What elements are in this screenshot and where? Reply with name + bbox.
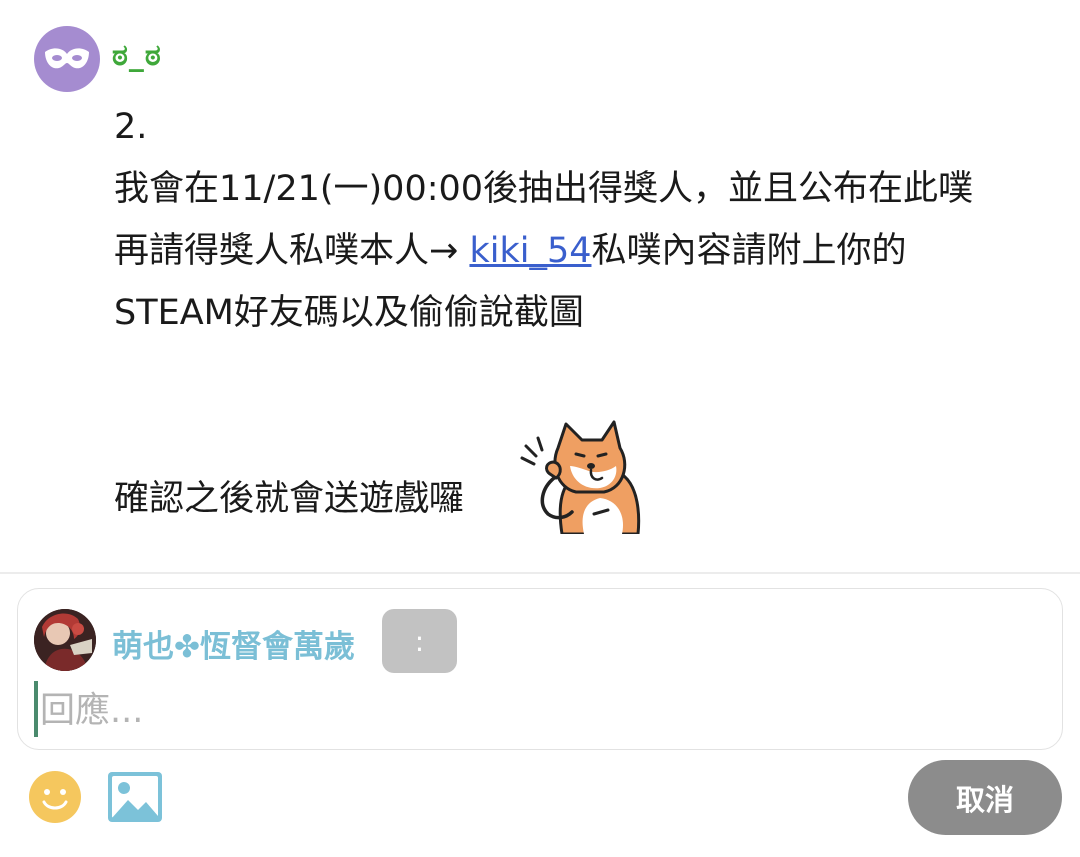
content-line: 再請得獎人私噗本人→ kiki_54私噗內容請附上你的 bbox=[114, 220, 1064, 282]
reply-input[interactable] bbox=[40, 685, 1040, 737]
content-line: 2. bbox=[114, 107, 148, 147]
user-link-kiki[interactable]: kiki_54 bbox=[469, 231, 591, 271]
content-text: 再請得獎人私噗本人→ bbox=[114, 231, 470, 271]
content-text: 私噗內容請附上你的 bbox=[591, 231, 907, 271]
avatar-image-icon bbox=[34, 609, 96, 671]
divider bbox=[0, 572, 1080, 574]
author-username[interactable]: ಠ_ಠ bbox=[112, 38, 162, 73]
content-line: 我會在11/21(一)00:00後抽出得獎人，並且公布在此噗 bbox=[114, 169, 974, 209]
reply-author-avatar[interactable] bbox=[34, 609, 96, 671]
plurk-post: ಠ_ಠ 2. 我會在11/21(一)00:00後抽出得獎人，並且公布在此噗 再請… bbox=[0, 0, 1080, 572]
reply-composer: 萌也✤恆督會萬歲 : bbox=[17, 588, 1063, 750]
content-line: STEAM好友碼以及偷偷說截圖 bbox=[114, 293, 584, 333]
image-upload-button[interactable] bbox=[108, 772, 162, 822]
mask-icon bbox=[45, 48, 89, 69]
shiba-dog-sticker-icon bbox=[520, 420, 641, 534]
cancel-button[interactable]: 取消 bbox=[908, 760, 1062, 835]
author-avatar[interactable] bbox=[34, 26, 100, 92]
more-options-button[interactable]: : bbox=[382, 609, 457, 673]
text-caret bbox=[34, 681, 38, 737]
reply-author-name[interactable]: 萌也✤恆督會萬歲 bbox=[112, 621, 355, 666]
emoji-button[interactable] bbox=[28, 770, 82, 824]
image-icon bbox=[108, 772, 162, 822]
smiley-icon bbox=[29, 771, 81, 823]
